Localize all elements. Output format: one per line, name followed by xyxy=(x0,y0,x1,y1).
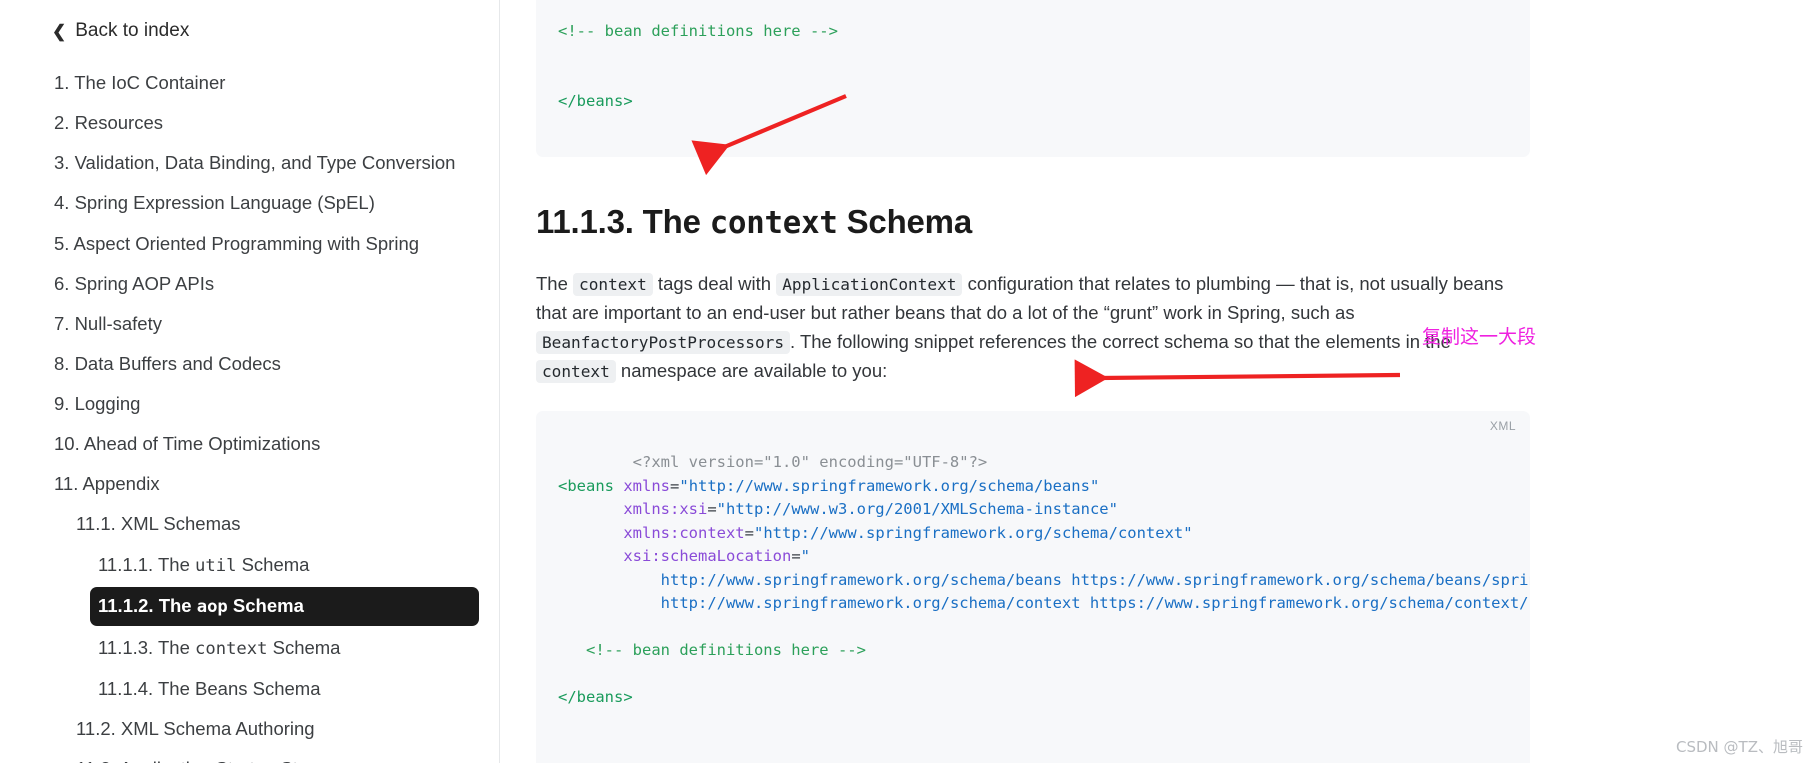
sidebar-item-label: 10. Ahead of Time Optimizations xyxy=(54,433,321,455)
page-title-suffix: Schema xyxy=(837,203,973,241)
code-schema-line-0: http://www.springframework.org/schema/be… xyxy=(660,570,1530,589)
para-code-context-2: context xyxy=(536,360,616,384)
sidebar-item-14[interactable]: 11.1.3. The context Schema xyxy=(90,629,479,668)
main-content: <!-- bean definitions here --> </beans> … xyxy=(500,0,1817,763)
page-title: 11.1.3. The context Schema xyxy=(536,203,1530,241)
sidebar-item-12[interactable]: 11.1.1. The util Schema xyxy=(90,546,479,585)
sidebar-item-17[interactable]: 11.3. Application Startup Steps xyxy=(68,750,479,763)
watermark: CSDN @TZ、旭哥 xyxy=(1676,738,1803,756)
para-text-1: The xyxy=(536,273,574,295)
sidebar-item-16[interactable]: 11.2. XML Schema Authoring xyxy=(68,710,479,747)
code-attr-value-0: "http://www.springframework.org/schema/b… xyxy=(679,476,1100,495)
back-to-index-label: Back to index xyxy=(75,20,190,41)
para-text-4: . The following snippet references the c… xyxy=(790,331,1451,353)
sidebar-item-label: 11.1. XML Schemas xyxy=(76,513,241,535)
para-code-context: context xyxy=(573,273,653,297)
sidebar-item-4[interactable]: 5. Aspect Oriented Programming with Spri… xyxy=(46,225,479,262)
sidebar-item-5[interactable]: 6. Spring AOP APIs xyxy=(46,265,479,302)
code-attr-value-1: "http://www.w3.org/2001/XMLSchema-instan… xyxy=(716,500,1118,519)
code-attr-name-1: xmlns:xsi xyxy=(623,500,708,519)
code-block-previous[interactable]: <!-- bean definitions here --> </beans> xyxy=(536,0,1530,158)
code-attr-name-2: xmlns:context xyxy=(623,523,745,542)
sidebar-item-label: 1. The IoC Container xyxy=(54,72,226,93)
sidebar-item-label: 11.3. Application Startup Steps xyxy=(76,758,328,763)
code-attr-value-2: "http://www.springframework.org/schema/c… xyxy=(754,523,1193,542)
sidebar-item-label: 4. Spring Expression Language (SpEL) xyxy=(54,192,375,214)
sidebar-item-label: 3. Validation, Data Binding, and Type Co… xyxy=(54,152,456,174)
para-code-beanfactorypostprocessors: BeanfactoryPostProcessors xyxy=(536,331,790,355)
para-code-applicationcontext: ApplicationContext xyxy=(776,273,963,297)
back-to-index-link[interactable]: ❮ Back to index xyxy=(0,14,499,48)
sidebar-item-10[interactable]: 11. Appendix xyxy=(46,465,479,502)
page-title-prefix: 11.1.3. The xyxy=(536,203,710,241)
sidebar-item-label: 11.1.4. The Beans Schema xyxy=(98,678,321,699)
sidebar-item-2[interactable]: 3. Validation, Data Binding, and Type Co… xyxy=(46,144,479,181)
code-schema-line-1: http://www.springframework.org/schema/co… xyxy=(660,594,1530,613)
sidebar-item-7[interactable]: 8. Data Buffers and Codecs xyxy=(46,345,479,382)
sidebar-item-6[interactable]: 7. Null-safety xyxy=(46,305,479,342)
page-title-code: context xyxy=(709,206,838,242)
code-xml-declaration: <?xml version="1.0" encoding="UTF-8"?> xyxy=(632,452,988,471)
sidebar-item-label: 7. Null-safety xyxy=(54,312,162,334)
para-text-5: namespace are available to you: xyxy=(615,360,888,382)
code-language-label: XML xyxy=(1489,419,1516,434)
sidebar-item-8[interactable]: 9. Logging xyxy=(46,385,479,422)
para-text-2: tags deal with xyxy=(652,273,777,295)
sidebar-item-label: 8. Data Buffers and Codecs xyxy=(54,352,281,374)
code-close-tag: </beans> xyxy=(558,92,633,111)
sidebar-item-label: 9. Logging xyxy=(54,393,141,414)
intro-paragraph: The context tags deal with ApplicationCo… xyxy=(536,269,1511,385)
sidebar-item-label: 2. Resources xyxy=(54,112,163,134)
sidebar-item-label: 6. Spring AOP APIs xyxy=(54,272,215,294)
sidebar-item-label: 11. Appendix xyxy=(54,473,160,495)
sidebar-item-code: util xyxy=(195,555,237,576)
sidebar-item-1[interactable]: 2. Resources xyxy=(46,104,479,141)
code-attr-name-3: xsi:schemaLocation xyxy=(623,547,792,566)
code-attr-name-0: xmlns xyxy=(623,476,671,495)
sidebar-item-15[interactable]: 11.1.4. The Beans Schema xyxy=(90,670,479,707)
sidebar-item-0[interactable]: 1. The IoC Container xyxy=(46,64,479,101)
sidebar-item-13[interactable]: 11.1.2. The aop Schema xyxy=(90,587,479,626)
code-open-tag-beans: <beans xyxy=(558,476,614,495)
sidebar: ❮ Back to index 1. The IoC Container 2. R… xyxy=(0,0,500,763)
sidebar-item-code: context xyxy=(195,638,268,659)
sidebar-item-label: 5. Aspect Oriented Programming with Spri… xyxy=(54,232,420,254)
sidebar-item-11[interactable]: 11.1. XML Schemas xyxy=(68,505,479,542)
page-root: ❮ Back to index 1. The IoC Container 2. R… xyxy=(0,0,1817,763)
top-code-wrapper: <!-- bean definitions here --> </beans> … xyxy=(500,0,1560,763)
chevron-left-icon: ❮ xyxy=(52,21,67,41)
code-bean-definitions-comment: <!-- bean definitions here --> xyxy=(586,641,866,660)
code-attr-value-3: " xyxy=(800,547,810,566)
copy-icon xyxy=(1443,728,1530,763)
sidebar-item-code: aop xyxy=(196,597,228,617)
code-close-tag-beans: </beans> xyxy=(558,688,633,707)
code-comment-line: <!-- bean definitions here --> xyxy=(558,21,838,40)
sidebar-nav: 1. The IoC Container 2. Resources 3. Valid… xyxy=(0,64,499,763)
sidebar-item-label: 11.2. XML Schema Authoring xyxy=(76,718,315,740)
code-block-context-schema[interactable]: XML <?xml version="1.0" encoding="UTF-8"?… xyxy=(536,411,1530,763)
sidebar-item-3[interactable]: 4. Spring Expression Language (SpEL) xyxy=(46,184,479,221)
sidebar-item-9[interactable]: 10. Ahead of Time Optimizations xyxy=(46,425,479,462)
